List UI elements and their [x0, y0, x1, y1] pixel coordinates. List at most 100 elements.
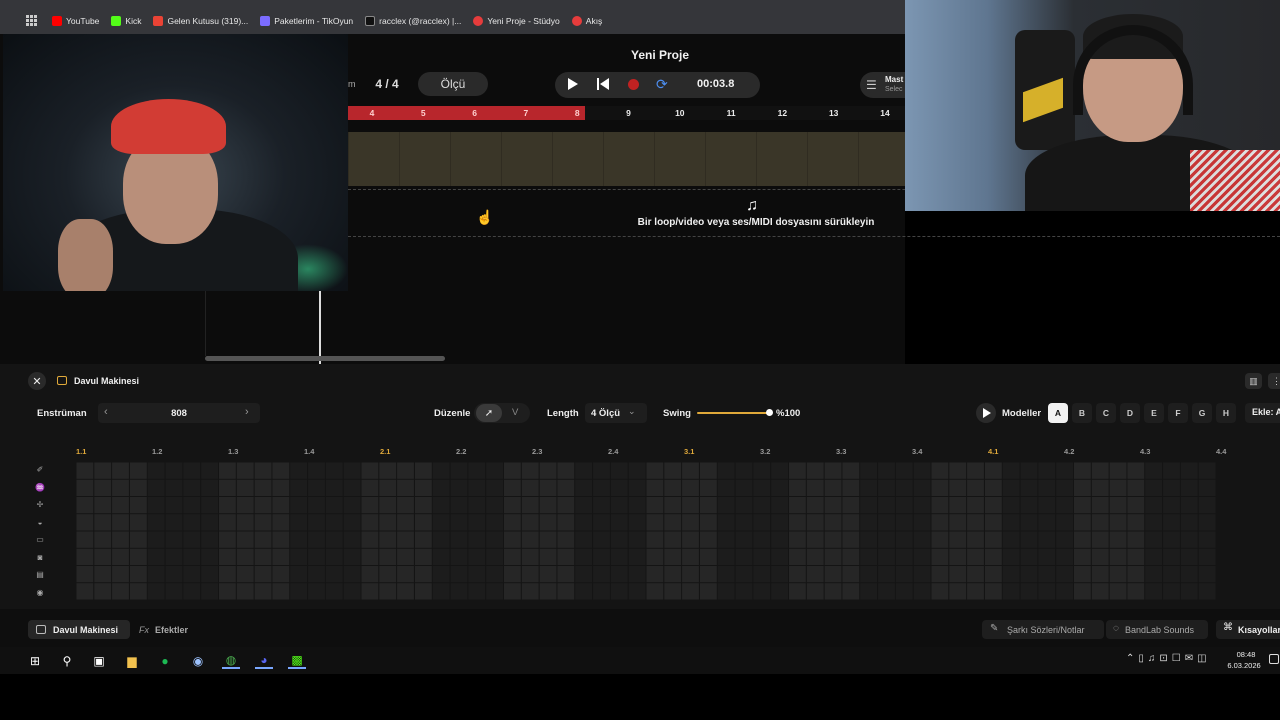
step-cell[interactable]	[379, 548, 397, 565]
step-cell[interactable]	[183, 514, 201, 531]
step-cell[interactable]	[699, 462, 717, 479]
step-cell[interactable]	[325, 514, 343, 531]
pointer-tool-icon[interactable]: ➚	[476, 404, 502, 422]
step-cell[interactable]	[325, 531, 343, 548]
step-cell[interactable]	[735, 462, 753, 479]
step-cell[interactable]	[984, 531, 1002, 548]
step-cell[interactable]	[112, 583, 129, 600]
step-cell[interactable]	[789, 479, 806, 496]
step-cell[interactable]	[824, 531, 842, 548]
step-cell[interactable]	[432, 462, 450, 479]
step-cell[interactable]	[984, 514, 1002, 531]
step-cell[interactable]	[504, 514, 521, 531]
step-cell[interactable]	[878, 497, 895, 514]
step-cell[interactable]	[414, 479, 432, 496]
step-cell[interactable]	[860, 566, 878, 583]
step-cell[interactable]	[931, 479, 949, 496]
step-cell[interactable]	[1163, 548, 1180, 565]
step-cell[interactable]	[1038, 479, 1056, 496]
step-cell[interactable]	[895, 497, 913, 514]
step-cell[interactable]	[272, 548, 290, 565]
step-cell[interactable]	[343, 566, 361, 583]
step-cell[interactable]	[806, 583, 824, 600]
step-cell[interactable]	[272, 583, 290, 600]
step-cell[interactable]	[1127, 583, 1145, 600]
step-sequencer-grid[interactable]	[76, 462, 1216, 600]
step-cell[interactable]	[308, 479, 325, 496]
step-cell[interactable]	[1091, 479, 1109, 496]
step-cell[interactable]	[1145, 514, 1163, 531]
step-cell[interactable]	[984, 566, 1002, 583]
step-cell[interactable]	[610, 548, 628, 565]
step-cell[interactable]	[379, 566, 397, 583]
step-cell[interactable]	[76, 462, 94, 479]
step-cell[interactable]	[397, 566, 414, 583]
step-cell[interactable]	[735, 548, 753, 565]
step-cell[interactable]	[468, 462, 486, 479]
step-cell[interactable]	[1163, 566, 1180, 583]
step-cell[interactable]	[593, 497, 610, 514]
step-cell[interactable]	[397, 548, 414, 565]
step-cell[interactable]	[753, 583, 771, 600]
step-cell[interactable]	[486, 566, 503, 583]
step-cell[interactable]	[129, 583, 147, 600]
step-cell[interactable]	[1038, 497, 1056, 514]
loop-region[interactable]	[348, 106, 585, 120]
step-cell[interactable]	[1180, 462, 1198, 479]
step-cell[interactable]	[1038, 548, 1056, 565]
step-cell[interactable]	[789, 514, 806, 531]
step-cell[interactable]	[735, 497, 753, 514]
step-cell[interactable]	[147, 566, 165, 583]
step-cell[interactable]	[628, 531, 646, 548]
step-cell[interactable]	[521, 514, 539, 531]
step-cell[interactable]	[1056, 531, 1073, 548]
step-cell[interactable]	[397, 531, 414, 548]
step-cell[interactable]	[94, 531, 112, 548]
step-cell[interactable]	[76, 497, 94, 514]
step-cell[interactable]	[771, 548, 788, 565]
step-cell[interactable]	[664, 548, 682, 565]
bar-mode-button[interactable]: Ölçü	[418, 72, 488, 96]
step-cell[interactable]	[860, 462, 878, 479]
step-cell[interactable]	[575, 583, 593, 600]
step-cell[interactable]	[717, 548, 735, 565]
step-cell[interactable]	[699, 514, 717, 531]
step-cell[interactable]	[1163, 479, 1180, 496]
step-cell[interactable]	[1074, 462, 1091, 479]
step-cell[interactable]	[1002, 462, 1020, 479]
step-cell[interactable]	[450, 566, 468, 583]
step-cell[interactable]	[201, 462, 218, 479]
step-cell[interactable]	[646, 497, 664, 514]
step-cell[interactable]	[1180, 566, 1198, 583]
step-cell[interactable]	[664, 462, 682, 479]
step-cell[interactable]	[842, 479, 860, 496]
step-cell[interactable]	[521, 497, 539, 514]
step-cell[interactable]	[486, 497, 503, 514]
step-cell[interactable]	[165, 531, 183, 548]
step-cell[interactable]	[878, 566, 895, 583]
step-cell[interactable]	[165, 462, 183, 479]
step-cell[interactable]	[789, 497, 806, 514]
step-cell[interactable]	[1056, 479, 1073, 496]
drum-row-icon[interactable]: ♒	[35, 483, 45, 492]
step-cell[interactable]	[1002, 514, 1020, 531]
step-cell[interactable]	[1198, 583, 1216, 600]
step-cell[interactable]	[290, 583, 308, 600]
step-cell[interactable]	[94, 497, 112, 514]
step-cell[interactable]	[290, 531, 308, 548]
step-cell[interactable]	[664, 566, 682, 583]
step-cell[interactable]	[361, 462, 379, 479]
step-cell[interactable]	[219, 514, 236, 531]
step-cell[interactable]	[878, 548, 895, 565]
step-cell[interactable]	[112, 514, 129, 531]
step-cell[interactable]	[895, 548, 913, 565]
step-cell[interactable]	[129, 514, 147, 531]
step-cell[interactable]	[593, 462, 610, 479]
step-cell[interactable]	[325, 566, 343, 583]
step-cell[interactable]	[664, 583, 682, 600]
step-cell[interactable]	[878, 479, 895, 496]
step-cell[interactable]	[397, 497, 414, 514]
horizontal-scrollbar[interactable]	[205, 356, 445, 361]
step-cell[interactable]	[236, 583, 254, 600]
step-cell[interactable]	[379, 479, 397, 496]
